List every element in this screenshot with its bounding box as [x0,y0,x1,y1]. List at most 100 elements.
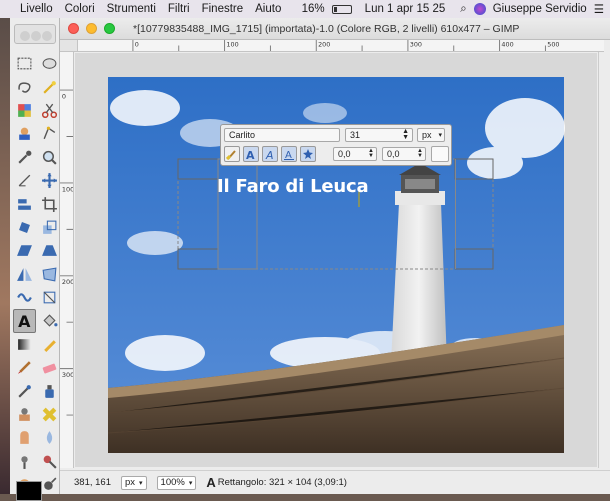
baseline-field[interactable]: 0,0 ▲ ▼ [333,147,377,161]
cage-icon[interactable] [38,263,61,286]
ellipse-select-icon[interactable] [38,52,61,75]
vertical-ruler[interactable]: 0 100 200 300 [60,52,74,468]
flip-icon[interactable] [13,263,36,286]
tool-grid: A [13,52,61,496]
close-window-button[interactable] [68,23,79,34]
free-select-icon[interactable] [13,75,36,98]
fuzzy-select-icon[interactable] [38,75,61,98]
italic-a-icon: A [265,149,274,160]
spin-arrows-icon[interactable]: ▲ ▼ [402,128,409,141]
text-tool-icon: A [206,475,216,490]
size-field-label: 31 [350,130,361,140]
svg-text:A: A [246,149,255,160]
menu-filtri[interactable]: Filtri [162,3,196,15]
notification-center-icon[interactable]: ☰ [594,2,604,16]
crop-icon[interactable] [38,192,61,215]
h-ruler-label: 500 [547,40,559,48]
select-by-color-icon[interactable] [13,99,36,122]
eraser-icon[interactable] [38,356,61,379]
pencil-icon[interactable] [38,333,61,356]
airbrush-icon[interactable] [13,379,36,402]
rect-select-icon[interactable] [13,52,36,75]
menu-strumenti[interactable]: Strumenti [101,3,162,15]
strikethrough-button[interactable] [300,146,316,162]
text-color-button[interactable] [431,146,449,162]
window-titlebar: *[10779835488_IMG_1715] (importata)-1.0 … [60,18,610,40]
align-icon[interactable] [13,192,36,215]
ruler-corner[interactable] [60,40,78,52]
shear-icon[interactable] [13,239,36,262]
color-picker-icon[interactable] [13,146,36,169]
unit-field[interactable]: px ▾ [417,128,445,142]
clone-icon[interactable] [13,403,36,426]
menu-livello[interactable]: Livello [14,3,59,15]
siri-icon[interactable] [473,3,486,15]
chevron-down-icon: ▾ [438,132,442,139]
scissors-icon[interactable] [38,99,61,122]
unit-select[interactable]: px ▾ [120,475,147,490]
italic-button[interactable]: A [262,146,278,162]
foreground-color-swatch[interactable] [16,481,42,501]
perspective-icon[interactable] [38,239,61,262]
h-ruler-label: 400 [501,40,513,48]
font-field-label: Carlito [229,130,256,140]
h-ruler-label: 200 [318,40,330,48]
heal-icon[interactable] [38,403,61,426]
spin-arrows-icon[interactable]: ▲ ▼ [368,148,374,159]
warp-icon[interactable] [13,286,36,309]
blend-icon[interactable] [13,333,36,356]
underline-button[interactable]: A [281,146,297,162]
paintbrush-icon[interactable] [13,356,36,379]
zoom-window-button[interactable] [104,23,115,34]
user-name[interactable]: Giuseppe Servidio [493,3,587,15]
kerning-field[interactable]: 0,0 ▲ ▼ [382,147,426,161]
v-ruler-label: 100 [62,185,74,193]
zoom-select[interactable]: 100% ▾ [156,475,197,490]
underline-a-icon: A [284,150,294,160]
clock[interactable]: Lun 1 apr 15 25 [365,3,446,15]
font-field[interactable]: Carlito [224,128,340,142]
pointer-coords: 381, 161 [74,477,111,488]
spin-arrows-icon[interactable]: ▲ ▼ [417,148,423,159]
foreground-select-icon[interactable] [13,122,36,145]
search-icon[interactable]: ⌕ [460,3,466,16]
canvas-text[interactable]: Il Faro di Leuca [217,176,369,197]
measure-icon[interactable] [13,169,36,192]
zoom-icon[interactable] [38,146,61,169]
v-ruler-label: 200 [62,278,74,286]
rotate-icon[interactable] [13,216,36,239]
paths-icon[interactable] [38,122,61,145]
smudge-icon[interactable] [13,426,36,449]
menu-colori[interactable]: Colori [59,3,101,15]
bucket-fill-icon[interactable] [38,309,61,332]
h-ruler-label: 0 [135,40,139,48]
ink-icon[interactable] [38,379,61,402]
gegl-icon[interactable] [38,450,61,473]
bold-button[interactable]: A [243,146,259,162]
clear-style-button[interactable] [224,146,240,162]
text-tool-icon[interactable]: A [13,309,36,333]
dodge-burn-icon[interactable] [13,450,36,473]
v-ruler-label: 300 [62,371,74,379]
unified-transform-icon[interactable] [38,286,61,309]
minimize-window-button[interactable] [86,23,97,34]
horizontal-ruler[interactable]: 0 100 200 300 400 500 [78,40,604,52]
chevron-down-icon: ▾ [188,479,193,487]
battery-icon[interactable] [331,4,352,14]
canvas-area[interactable]: Il Faro di Leuca [75,53,597,467]
blur-icon[interactable] [38,426,61,449]
vertical-scrollbar[interactable] [598,52,610,468]
scale-icon[interactable] [38,216,61,239]
zoom-select-label: 100% [160,477,185,488]
image-canvas[interactable] [75,53,597,467]
broom-icon [226,150,236,160]
bold-a-icon: A [246,149,255,160]
svg-text:A: A [285,150,292,160]
battery-percent: 16% [301,3,325,15]
menu-aiuto[interactable]: Aiuto [249,3,287,15]
unit-select-label: px [124,477,136,488]
move-icon[interactable] [38,169,61,192]
size-field[interactable]: 31 ▲ ▼ [345,128,413,142]
menu-finestre[interactable]: Finestre [196,3,250,15]
window-title: *[10779835488_IMG_1715] (importata)-1.0 … [133,22,520,35]
